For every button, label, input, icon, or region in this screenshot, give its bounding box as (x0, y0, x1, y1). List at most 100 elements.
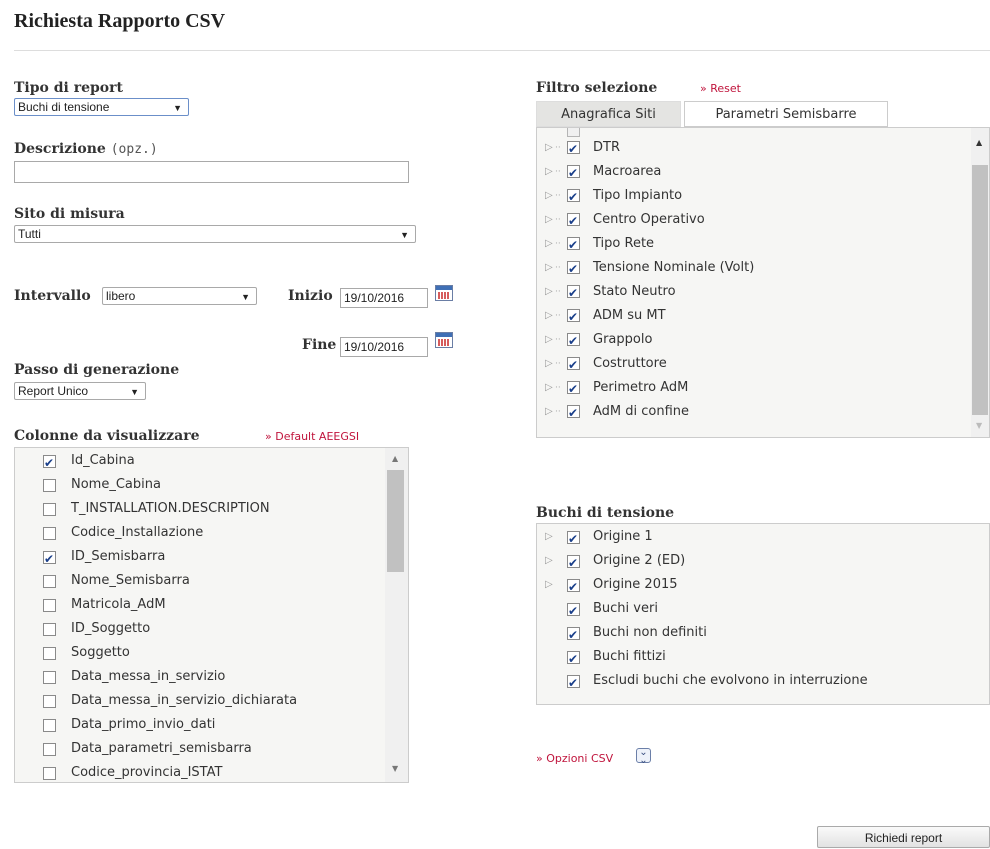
list-item[interactable]: ID_Semisbarra (15, 545, 383, 571)
colonna-checkbox[interactable] (43, 503, 56, 516)
filtro-tree[interactable]: ▲ ▼ ▷··DTR▷··Macroarea▷··Tipo Impianto▷·… (536, 127, 990, 438)
colonna-checkbox[interactable] (43, 575, 56, 588)
tree-item[interactable]: ▷·· DTR (537, 136, 967, 161)
filtro-checkbox[interactable] (567, 233, 580, 257)
tree-item[interactable]: ▷·· Tensione Nominale (Volt) (537, 256, 967, 281)
colonna-checkbox[interactable] (43, 623, 56, 636)
list-item[interactable]: Codice_provincia_ISTAT (15, 761, 383, 782)
list-item[interactable]: Nome_Cabina (15, 473, 383, 497)
filtro-checkbox[interactable] (567, 161, 580, 185)
expand-triangle-icon[interactable]: ▷ (545, 328, 553, 352)
expand-triangle-icon[interactable]: ▷ (545, 256, 553, 280)
buchi-tree[interactable]: ▷ Origine 1 ▷ Origine 2 (ED) ▷ Origine 2015 Bu… (536, 523, 990, 705)
expand-triangle-icon[interactable]: ▷ (545, 352, 553, 376)
buchi-checkbox[interactable] (567, 623, 580, 647)
colonne-scrollbar[interactable]: ▲ ▼ (385, 448, 408, 782)
expand-triangle-icon[interactable]: ▷ (545, 525, 553, 549)
expand-triangle-icon[interactable]: ▷ (545, 232, 553, 256)
filtro-checkbox[interactable] (567, 137, 580, 161)
buchi-checkbox[interactable] (567, 527, 580, 551)
filtro-checkbox[interactable] (567, 329, 580, 353)
default-aeegsi-link[interactable]: » Default AEEGSI (265, 430, 359, 443)
tree-item[interactable]: Escludi buchi che evolvono in interruzio… (537, 669, 987, 695)
filtro-checkbox[interactable] (567, 185, 580, 209)
tree-item[interactable]: Buchi non definiti (537, 621, 987, 647)
filtro-checkbox[interactable] (567, 353, 580, 377)
calendar-icon[interactable] (435, 285, 453, 301)
expand-triangle-icon[interactable]: ▷ (545, 400, 553, 424)
tree-item[interactable]: ▷·· ADM su MT (537, 304, 967, 329)
tree-item[interactable]: ▷·· Costruttore (537, 352, 967, 377)
tree-item[interactable]: ▷·· Tipo Rete (537, 232, 967, 257)
list-item[interactable]: Data_parametri_semisbarra (15, 737, 383, 761)
list-item[interactable]: Codice_Installazione (15, 521, 383, 545)
tree-item[interactable]: Buchi fittizi (537, 645, 987, 671)
expand-triangle-icon[interactable]: ▷ (545, 208, 553, 232)
expand-triangle-icon[interactable]: ▷ (545, 184, 553, 208)
buchi-checkbox[interactable] (567, 551, 580, 575)
colonna-checkbox[interactable] (43, 695, 56, 708)
buchi-checkbox[interactable] (567, 647, 580, 671)
list-item[interactable]: Data_messa_in_servizio_dichiarata (15, 689, 383, 713)
list-item[interactable]: Id_Cabina (15, 449, 383, 475)
tipo-report-select[interactable]: Buchi di tensione ▼ (14, 98, 189, 116)
list-item[interactable]: Data_messa_in_servizio (15, 665, 383, 689)
buchi-checkbox[interactable] (567, 599, 580, 623)
tab-parametri-semisbarre[interactable]: Parametri Semisbarre (684, 101, 888, 127)
filtro-checkbox[interactable] (567, 281, 580, 305)
filtro-checkbox[interactable] (567, 401, 580, 425)
filtro-checkbox[interactable] (567, 257, 580, 281)
buchi-checkbox[interactable] (567, 671, 580, 695)
colonne-listbox[interactable]: ▲ ▼ Id_Cabina Nome_Cabina T_INSTALLATION.D… (14, 447, 409, 783)
tree-item[interactable]: ▷ Origine 2015 (537, 573, 987, 599)
expand-triangle-icon[interactable]: ▷ (545, 280, 553, 304)
expand-triangle-icon[interactable]: ▷ (545, 304, 553, 328)
colonna-checkbox[interactable] (43, 767, 56, 780)
tree-item[interactable]: ▷ Origine 2 (ED) (537, 549, 987, 575)
scroll-down-icon[interactable]: ▼ (976, 421, 982, 430)
reset-link[interactable]: » Reset (700, 82, 741, 95)
sito-select[interactable]: Tutti ▼ (14, 225, 416, 243)
filtro-scrollbar[interactable]: ▲ ▼ (971, 128, 989, 437)
colonna-checkbox[interactable] (43, 599, 56, 612)
list-item[interactable]: Soggetto (15, 641, 383, 665)
expand-triangle-icon[interactable]: ▷ (545, 136, 553, 160)
scrollbar-thumb[interactable] (972, 165, 988, 415)
filtro-checkbox[interactable] (567, 377, 580, 401)
expand-triangle-icon[interactable]: ▷ (545, 549, 553, 573)
list-item[interactable]: T_INSTALLATION.DESCRIPTION (15, 497, 383, 521)
scroll-up-icon[interactable]: ▲ (976, 138, 982, 147)
colonna-checkbox[interactable] (43, 527, 56, 540)
tree-item[interactable]: ▷·· Stato Neutro (537, 280, 967, 305)
colonna-checkbox[interactable] (43, 671, 56, 684)
calendar-icon[interactable] (435, 332, 453, 348)
double-chevron-down-icon[interactable]: ⌄ ⌄ (636, 748, 651, 766)
colonna-checkbox[interactable] (43, 647, 56, 660)
expand-triangle-icon[interactable]: ▷ (545, 376, 553, 400)
colonna-checkbox[interactable] (43, 719, 56, 732)
descrizione-input[interactable] (14, 161, 409, 183)
tree-item[interactable]: ▷·· Centro Operativo (537, 208, 967, 233)
richiedi-report-button[interactable]: Richiedi report (817, 826, 990, 848)
colonna-checkbox[interactable] (43, 547, 56, 571)
tree-item[interactable]: ▷·· Macroarea (537, 160, 967, 185)
buchi-checkbox[interactable] (567, 575, 580, 599)
list-item[interactable]: Nome_Semisbarra (15, 569, 383, 593)
list-item[interactable]: Data_primo_invio_dati (15, 713, 383, 737)
fine-date-input[interactable]: 19/10/2016 (340, 337, 428, 357)
scrollbar-thumb[interactable] (387, 470, 404, 572)
tree-item[interactable]: ▷ Origine 1 (537, 525, 987, 551)
colonna-checkbox[interactable] (43, 451, 56, 475)
filtro-checkbox[interactable] (567, 305, 580, 329)
tab-anagrafica-siti[interactable]: Anagrafica Siti (536, 101, 681, 127)
expand-triangle-icon[interactable]: ▷ (545, 160, 553, 184)
opzioni-csv-link[interactable]: » Opzioni CSV (536, 752, 613, 765)
tree-item[interactable]: ▷·· Grappolo (537, 328, 967, 353)
inizio-date-input[interactable]: 19/10/2016 (340, 288, 428, 308)
list-item[interactable]: ID_Soggetto (15, 617, 383, 641)
colonna-checkbox[interactable] (43, 479, 56, 492)
list-item[interactable]: Matricola_AdM (15, 593, 383, 617)
passo-select[interactable]: Report Unico ▼ (14, 382, 146, 400)
tree-item[interactable]: ▷·· Perimetro AdM (537, 376, 967, 401)
scroll-up-icon[interactable]: ▲ (392, 454, 398, 463)
